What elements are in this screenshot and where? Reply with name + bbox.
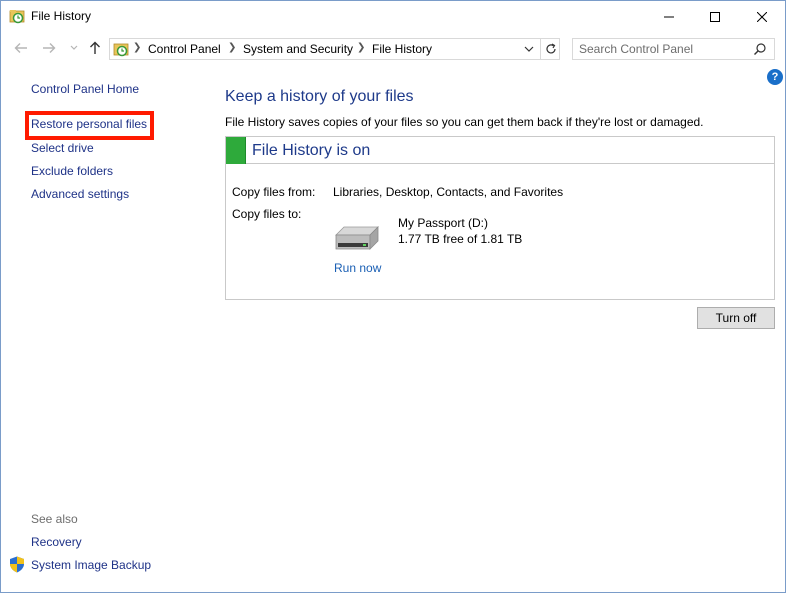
shield-icon <box>10 556 24 573</box>
exclude-folders-link[interactable]: Exclude folders <box>31 164 113 178</box>
search-input[interactable] <box>579 41 747 57</box>
turn-off-button[interactable]: Turn off <box>697 307 775 329</box>
navigation-bar: ❯ Control Panel ❯ System and Security ❯ … <box>1 33 785 63</box>
page-description: File History saves copies of your files … <box>225 115 704 129</box>
arrow-up-icon <box>90 41 100 54</box>
see-also-label: See also <box>31 512 78 526</box>
maximize-icon <box>710 11 720 22</box>
copy-to-label: Copy files to: <box>232 207 302 221</box>
system-image-backup-link[interactable]: System Image Backup <box>31 558 151 572</box>
status-indicator <box>226 137 246 164</box>
recovery-link[interactable]: Recovery <box>31 535 82 549</box>
arrow-left-icon <box>14 43 27 53</box>
page-heading: Keep a history of your files <box>225 88 414 105</box>
title-bar[interactable]: File History <box>1 1 785 32</box>
minimize-icon <box>664 16 674 17</box>
copy-from-label: Copy files from: <box>232 185 316 199</box>
window-title: File History <box>31 9 92 23</box>
chevron-down-icon <box>524 46 534 52</box>
drive-name: My Passport (D:) <box>398 216 489 230</box>
drive-free-space: 1.77 TB free of 1.81 TB <box>398 232 523 246</box>
chevron-down-icon <box>70 45 78 50</box>
file-history-icon <box>113 43 129 57</box>
arrow-right-icon <box>43 43 56 53</box>
breadcrumb-separator-icon[interactable]: ❯ <box>228 42 236 53</box>
file-history-window: File History ❯ Control Panel ❯ System an… <box>0 0 786 593</box>
refresh-button[interactable] <box>540 39 560 59</box>
file-history-icon <box>9 10 25 24</box>
minimize-button[interactable] <box>646 1 692 32</box>
refresh-icon <box>545 43 556 54</box>
restore-link-highlight <box>25 111 154 140</box>
search-box[interactable] <box>572 38 775 60</box>
address-dropdown-button[interactable] <box>522 42 536 56</box>
left-navigation-pane: Control Panel Home Restore personal file… <box>1 63 211 593</box>
search-icon[interactable] <box>753 42 767 56</box>
copy-from-value: Libraries, Desktop, Contacts, and Favori… <box>333 185 564 199</box>
breadcrumb-control-panel[interactable]: Control Panel <box>148 42 221 56</box>
forward-button[interactable] <box>40 39 58 57</box>
back-button[interactable] <box>12 39 30 57</box>
close-button[interactable] <box>739 1 785 32</box>
maximize-button[interactable] <box>692 1 738 32</box>
select-drive-link[interactable]: Select drive <box>31 141 94 155</box>
close-icon <box>757 11 767 22</box>
up-button[interactable] <box>86 39 104 57</box>
help-button[interactable]: ? <box>767 69 783 85</box>
address-bar[interactable]: ❯ Control Panel ❯ System and Security ❯ … <box>109 38 560 60</box>
breadcrumb-file-history[interactable]: File History <box>372 42 432 56</box>
breadcrumb-system-and-security[interactable]: System and Security <box>243 42 353 56</box>
control-panel-home-link[interactable]: Control Panel Home <box>31 82 139 96</box>
status-header: File History is on <box>226 137 774 164</box>
advanced-settings-link[interactable]: Advanced settings <box>31 187 129 201</box>
breadcrumb-separator-icon[interactable]: ❯ <box>133 42 141 53</box>
recent-locations-button[interactable] <box>65 39 83 57</box>
run-now-link[interactable]: Run now <box>334 261 381 275</box>
status-panel: File History is on Copy files from: Libr… <box>225 136 775 300</box>
status-title: File History is on <box>252 142 371 159</box>
breadcrumb-separator-icon[interactable]: ❯ <box>357 42 365 53</box>
hard-drive-icon <box>335 226 379 250</box>
